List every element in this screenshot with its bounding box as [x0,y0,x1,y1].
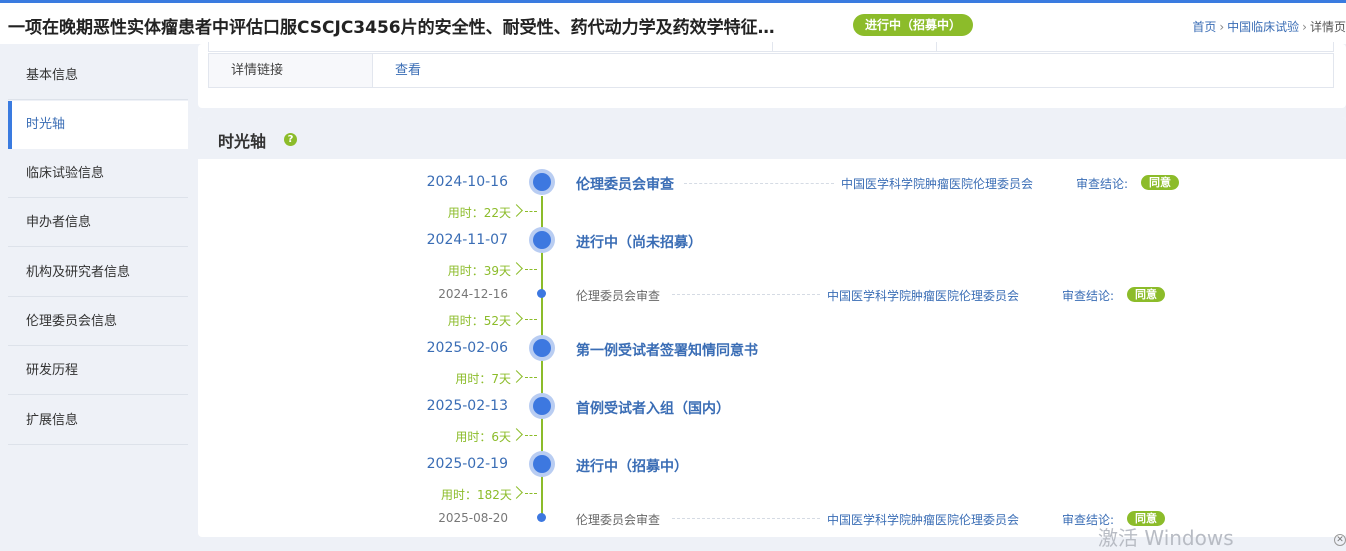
sidebar-item-timeline[interactable]: 时光轴 [8,101,188,149]
event-title: 伦理委员会审查 [576,289,661,303]
close-icon[interactable]: ✕ [1334,534,1346,546]
event-title: 伦理委员会审查 [576,513,661,527]
table-divider [373,42,374,51]
timeline-dot-icon [537,289,546,298]
event-title: 进行中（尚未招募） [576,235,702,251]
breadcrumb: 首页 › 中国临床试验 › 详情页 [1192,18,1346,35]
windows-activation-watermark: 激活 Windows [1098,526,1234,550]
event-date: 2025-02-13 [426,398,508,414]
breadcrumb-trials[interactable]: 中国临床试验 [1227,20,1299,34]
event-title: 首例受试者入组（国内） [576,401,730,417]
duration-label: 用时：52天 [447,314,511,328]
sidebar: 基本信息 时光轴 临床试验信息 申办者信息 机构及研究者信息 伦理委员会信息 研… [0,44,196,548]
chevron-right-icon: › [1302,20,1307,34]
event-org[interactable]: 中国医学科学院肿瘤医院伦理委员会 [827,287,1019,304]
view-link[interactable]: 查看 [395,54,421,88]
dashed-connector [525,269,537,270]
event-date: 2025-08-20 [438,511,508,525]
sidebar-item-history[interactable]: 研发历程 [8,347,188,395]
dashed-connector [525,319,537,320]
timeline-node-icon [529,451,555,477]
event-date: 2025-02-06 [426,340,508,356]
table-row [208,42,1334,52]
event-org[interactable]: 中国医学科学院肿瘤医院伦理委员会 [841,175,1033,192]
duration-label: 用时：39天 [447,264,511,278]
sidebar-item-institutions[interactable]: 机构及研究者信息 [8,249,188,297]
sidebar-item-trial-info[interactable]: 临床试验信息 [8,150,188,198]
event-org[interactable]: 中国医学科学院肿瘤医院伦理委员会 [827,511,1019,528]
dashed-connector [525,493,537,494]
event-date: 2024-10-16 [426,174,508,190]
table-divider [936,42,937,51]
duration-label: 用时：6天 [455,430,511,444]
dashed-connector [525,211,537,212]
timeline-dot-icon [537,513,546,522]
breadcrumb-home[interactable]: 首页 [1192,20,1216,34]
detail-link-label: 详情链接 [209,54,373,87]
dashed-connector [525,435,537,436]
dashed-divider [672,294,820,295]
dashed-connector [525,377,537,378]
event-date: 2024-12-16 [438,287,508,301]
timeline-node-icon [529,169,555,195]
event-date: 2024-11-07 [426,232,508,248]
sidebar-item-extended[interactable]: 扩展信息 [8,397,188,445]
dashed-divider [672,518,820,519]
event-date: 2025-02-19 [426,456,508,472]
help-icon[interactable]: ? [284,133,297,146]
event-title: 第一例受试者签署知情同意书 [576,343,758,359]
sidebar-item-ethics[interactable]: 伦理委员会信息 [8,298,188,346]
table-divider [772,42,773,51]
table-row: 详情链接 查看 [208,53,1334,88]
verdict-badge: 同意 [1141,175,1179,190]
duration-label: 用时：182天 [441,488,512,502]
sidebar-item-basic-info[interactable]: 基本信息 [8,52,188,100]
verdict-badge: 同意 [1127,287,1165,302]
breadcrumb-current: 详情页 [1309,20,1346,34]
detail-card: 详情链接 查看 [198,42,1346,108]
timeline-header: 时光轴 ? [198,117,1346,159]
duration-label: 用时：7天 [455,372,511,386]
trial-title: 一项在晚期恶性实体瘤患者中评估口服CSCJC3456片的安全性、耐受性、药代动力… [8,18,775,38]
timeline-node-icon [529,393,555,419]
dashed-divider [684,183,834,184]
verdict-label: 审查结论: [1076,177,1129,191]
verdict-label: 审查结论: [1062,289,1115,303]
header-bar: 一项在晚期恶性实体瘤患者中评估口服CSCJC3456片的安全性、耐受性、药代动力… [0,0,1346,44]
event-title: 进行中（招募中） [576,459,688,475]
chevron-right-icon: › [1219,20,1225,34]
duration-label: 用时：22天 [447,206,511,220]
status-badge: 进行中（招募中） [853,14,974,36]
timeline-node-icon [529,227,555,253]
timeline-node-icon [529,335,555,361]
event-title: 伦理委员会审查 [576,177,674,193]
section-title: 时光轴 [218,132,267,151]
sidebar-item-sponsor[interactable]: 申办者信息 [8,199,188,247]
